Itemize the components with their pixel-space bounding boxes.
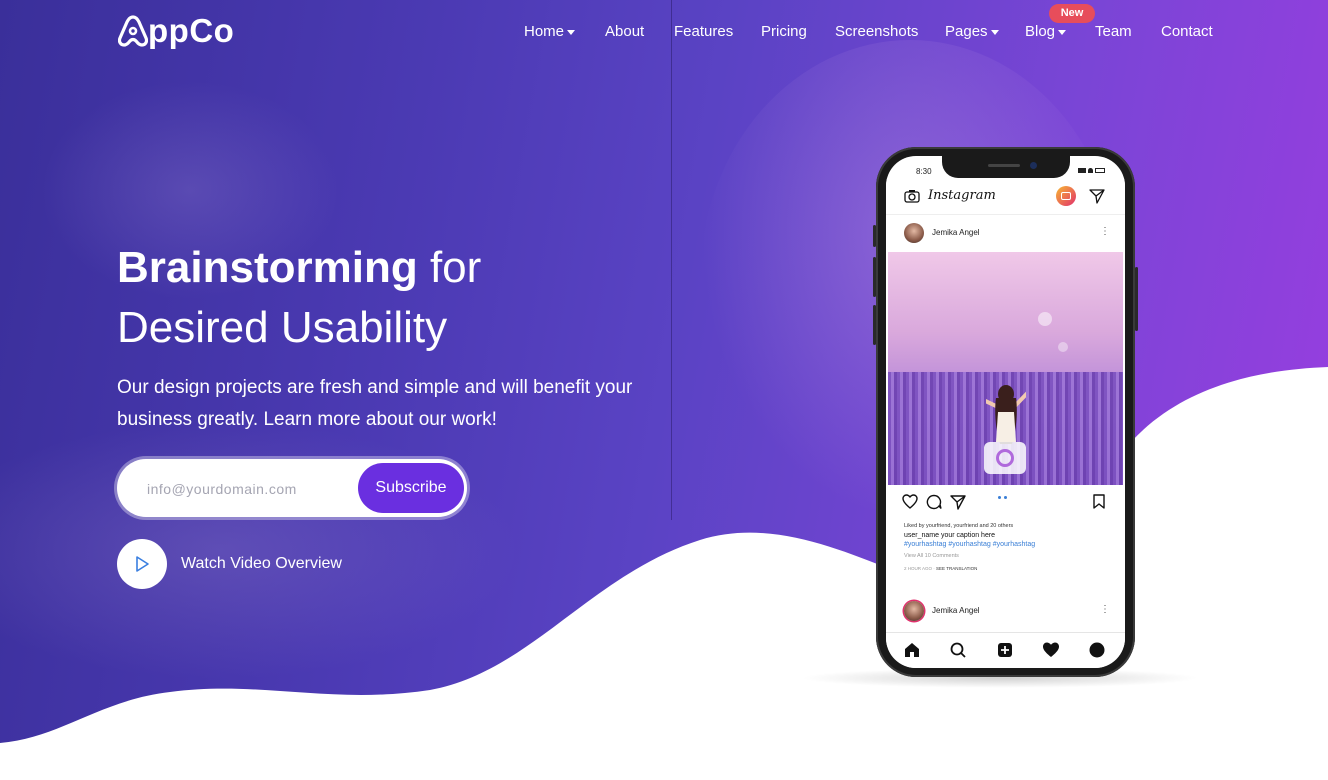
avatar[interactable] — [904, 223, 924, 243]
signal-icon — [1078, 168, 1086, 173]
phone-side-button — [873, 257, 876, 297]
headline-rest: for — [429, 243, 482, 292]
phone-side-button — [1135, 267, 1138, 331]
post-photo — [888, 252, 1123, 485]
phone-side-button — [873, 225, 876, 247]
hero-subtext: Our design projects are fresh and simple… — [117, 377, 633, 430]
phone-notch — [942, 156, 1070, 178]
nav-item-label: Team — [1095, 23, 1132, 40]
activity-heart-icon[interactable] — [1042, 641, 1060, 659]
subscribe-form: Subscribe — [117, 459, 467, 517]
share-icon[interactable] — [950, 494, 966, 510]
more-options-icon[interactable]: ⋮ — [1100, 604, 1110, 615]
nav-item-home[interactable]: Home — [524, 22, 576, 42]
nav-item-team[interactable]: Team — [1095, 22, 1132, 42]
second-post-header: Jemika Angel ⋮ — [886, 596, 1125, 626]
heart-icon[interactable] — [902, 494, 918, 509]
nav-item-label: Features — [674, 23, 734, 40]
nav-item-pricing[interactable]: Pricing — [761, 22, 807, 42]
bokeh-dot — [1058, 342, 1068, 352]
nav-item-label: Blog — [1025, 23, 1056, 40]
view-comments-link[interactable]: View All 10 Comments — [904, 552, 1114, 561]
nav-item-label: About — [605, 23, 645, 40]
phone-screen: 8:30 Instagram Jemika Angel ⋮ Liked by y… — [886, 156, 1125, 668]
nav-item-label: Contact — [1161, 23, 1213, 40]
bokeh-dot — [1038, 312, 1052, 326]
wifi-icon — [1088, 168, 1093, 173]
nav-item-label: Pricing — [761, 23, 807, 40]
main-nav: Home About Features Pricing Screenshots … — [0, 22, 1328, 46]
time-ago-text: 2 HOUR AGO — [904, 566, 933, 571]
watch-video-link[interactable]: Watch Video Overview — [117, 539, 342, 589]
watch-video-label: Watch Video Overview — [181, 555, 342, 572]
see-translation-link[interactable]: SEE TRANSLATION — [936, 566, 977, 571]
liked-by-text: Liked by yourfriend, yourfriend and 20 o… — [904, 523, 1014, 529]
play-button[interactable] — [117, 539, 167, 589]
battery-icon — [1095, 168, 1105, 173]
more-options-icon[interactable]: ⋮ — [1100, 226, 1110, 237]
nav-item-blog[interactable]: Blog — [1025, 22, 1067, 42]
nav-item-label: Home — [524, 23, 565, 40]
phone-side-button — [873, 305, 876, 345]
girl-figure — [986, 385, 1026, 444]
nav-item-features[interactable]: Features — [674, 22, 733, 42]
igtv-icon[interactable] — [1056, 186, 1076, 206]
status-icons — [1078, 168, 1105, 173]
subscribe-button[interactable]: Subscribe — [358, 463, 464, 513]
nav-item-pages[interactable]: Pages — [945, 22, 999, 42]
hero-headline: Brainstorming for Desired Usability — [117, 238, 481, 358]
nav-item-label: Screenshots — [835, 23, 919, 40]
caret-down-icon — [567, 29, 576, 35]
carousel-dots — [998, 496, 1007, 499]
caret-down-icon — [1058, 29, 1067, 35]
avatar[interactable] — [904, 601, 924, 621]
camera-lens — [1030, 162, 1037, 169]
post-header: Jemika Angel ⋮ — [886, 214, 1125, 252]
phone-mockup: 8:30 Instagram Jemika Angel ⋮ Liked by y… — [873, 147, 1138, 677]
post-meta: 2 HOUR AGO · SEE TRANSLATION — [904, 566, 978, 571]
comment-icon[interactable] — [926, 494, 942, 510]
add-post-icon[interactable] — [996, 641, 1014, 659]
search-icon[interactable] — [949, 641, 967, 659]
nav-item-contact[interactable]: Contact — [1161, 22, 1213, 42]
headline-line2: Desired Usability — [117, 303, 448, 352]
nav-item-label: Pages — [945, 23, 988, 40]
home-icon[interactable] — [903, 641, 921, 659]
bookmark-icon[interactable] — [1093, 494, 1105, 509]
caret-down-icon — [990, 29, 999, 35]
caption-text: user_name your caption here — [904, 532, 996, 539]
new-badge: New — [1049, 4, 1095, 23]
nav-item-screenshots[interactable]: Screenshots — [835, 22, 918, 42]
nav-item-about[interactable]: About — [605, 22, 644, 42]
instagram-tab-bar — [886, 632, 1125, 668]
email-input[interactable] — [145, 476, 349, 502]
post-username[interactable]: Jemika Angel — [932, 606, 980, 615]
post-username[interactable]: Jemika Angel — [932, 228, 980, 237]
profile-icon[interactable] — [1088, 641, 1106, 659]
speaker-grill — [988, 164, 1020, 167]
post-details: Liked by yourfriend, yourfriend and 20 o… — [904, 522, 1114, 573]
status-time: 8:30 — [916, 167, 932, 176]
headline-bold: Brainstorming — [117, 243, 418, 292]
hashtags-text[interactable]: #yourhashtag #yourhashtag #yourhashtag — [904, 540, 1114, 549]
photo-camera-icon — [984, 442, 1026, 474]
camera-icon[interactable] — [904, 189, 920, 203]
play-icon — [136, 556, 149, 572]
instagram-logo: Instagram — [928, 188, 996, 203]
direct-message-icon[interactable] — [1089, 188, 1105, 204]
instagram-header: Instagram — [886, 178, 1125, 215]
post-actions — [886, 492, 1125, 516]
